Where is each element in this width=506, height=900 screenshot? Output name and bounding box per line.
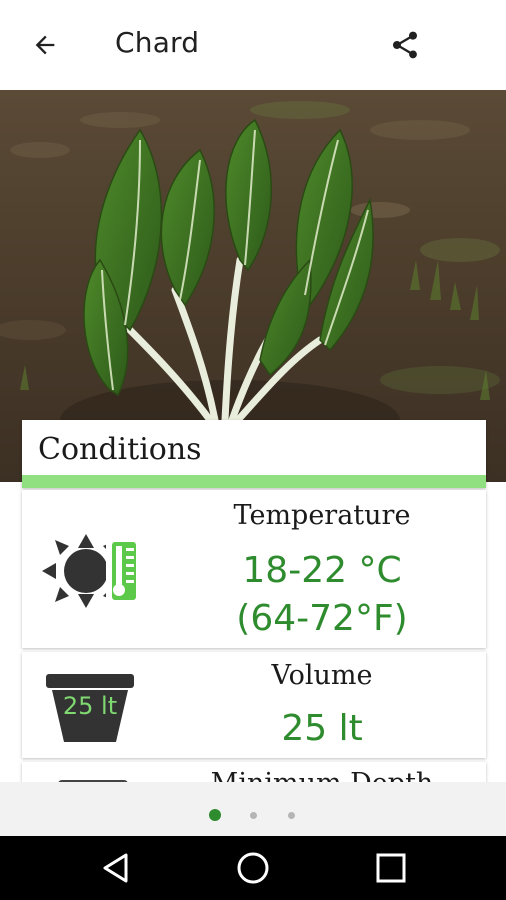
page-indicator [0, 782, 506, 836]
sun-thermometer-icon [38, 528, 148, 614]
share-button[interactable] [382, 22, 428, 68]
nav-recents-button[interactable] [369, 848, 413, 888]
pot-icon: 25 lt [44, 672, 136, 744]
volume-label: Volume [271, 660, 373, 691]
arrow-back-icon [35, 35, 55, 55]
app-bar: Chard [0, 0, 506, 90]
conditions-card: Conditions [22, 420, 486, 488]
nav-recents-icon [376, 853, 406, 883]
volume-value: 25 lt [281, 708, 363, 749]
volume-card[interactable]: 25 lt Volume 25 lt [22, 652, 486, 758]
pot-icon-label: 25 lt [62, 692, 118, 720]
page-title: Chard [115, 26, 200, 59]
page-dot-3[interactable] [288, 812, 295, 819]
page-dot-2[interactable] [250, 812, 257, 819]
temperature-value-celsius: 18-22 °C [242, 550, 402, 591]
conditions-accent-bar [22, 475, 486, 488]
share-icon [393, 31, 417, 59]
conditions-title: Conditions [38, 432, 202, 467]
nav-back-button[interactable] [94, 848, 138, 888]
system-nav-bar [0, 836, 506, 900]
back-button[interactable] [22, 24, 68, 66]
temperature-label: Temperature [233, 500, 411, 531]
nav-home-icon [237, 852, 269, 884]
temperature-card[interactable]: Temperature 18-22 °C (64-72°F) [22, 490, 486, 648]
page-dot-1[interactable] [209, 809, 221, 821]
nav-home-button[interactable] [231, 848, 275, 888]
nav-back-icon [103, 853, 128, 883]
temperature-value-fahrenheit: (64-72°F) [236, 598, 408, 639]
